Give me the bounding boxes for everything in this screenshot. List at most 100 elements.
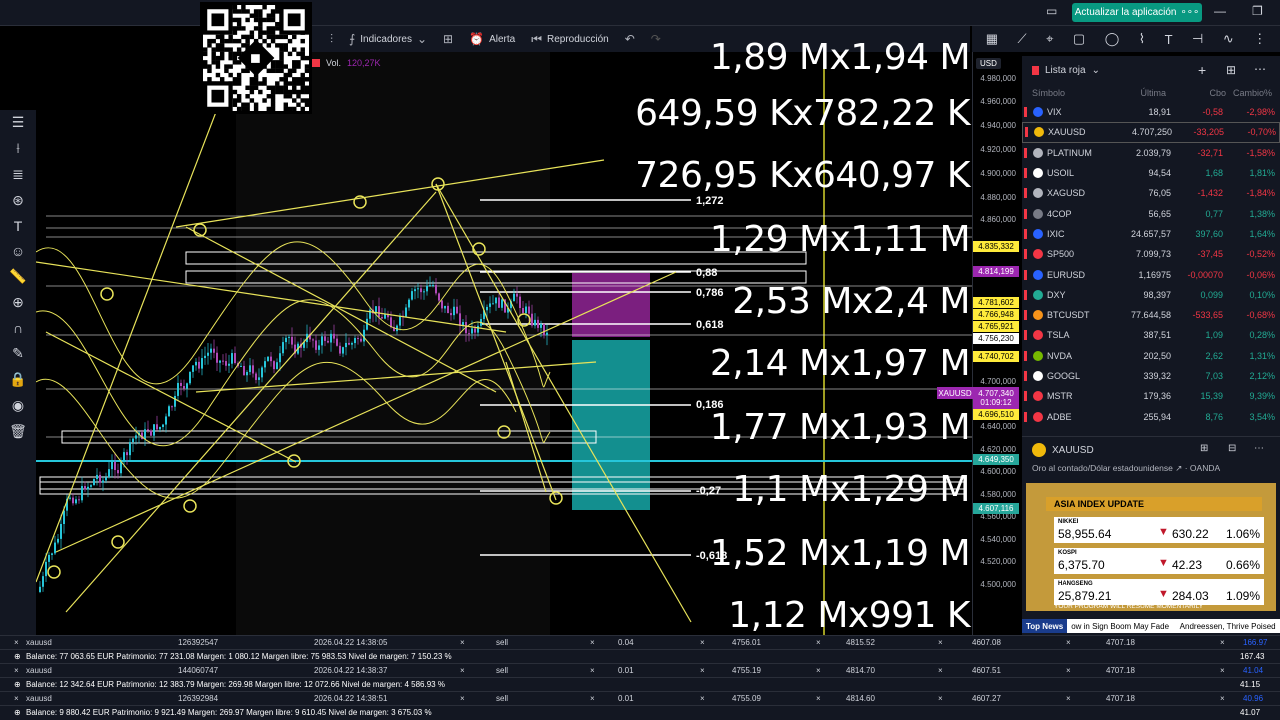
chevron-down-icon[interactable]: ⌄	[1092, 65, 1100, 76]
balance-row[interactable]: ⊕ Balance: 9 880.42 EUR Patrimonio: 9 921…	[0, 706, 1280, 720]
chart-type-button[interactable]: ⫶	[330, 32, 333, 47]
close-icon[interactable]: ×	[816, 666, 821, 675]
close-icon[interactable]: ×	[816, 694, 821, 703]
text-tool-icon[interactable]: T	[8, 218, 28, 234]
undo-button[interactable]: ↶	[625, 32, 635, 46]
currency-label[interactable]: USD	[976, 58, 1001, 69]
col-symbol[interactable]: Símbolo	[1022, 88, 1112, 98]
close-icon[interactable]: ×	[700, 666, 705, 675]
close-icon[interactable]: ×	[14, 694, 19, 703]
alert-button[interactable]: ⏰ Alerta	[469, 32, 515, 46]
flag-icon[interactable]	[1024, 188, 1027, 199]
close-icon[interactable]: ×	[938, 694, 943, 703]
pattern-tool-icon[interactable]: ⊛	[8, 192, 28, 209]
close-icon[interactable]: ×	[1220, 638, 1225, 647]
flag-icon[interactable]	[1024, 289, 1027, 300]
flag-icon[interactable]	[1024, 107, 1027, 118]
wave-icon[interactable]: ∿	[1223, 31, 1234, 47]
close-icon[interactable]: ×	[1066, 638, 1071, 647]
detail-symbol[interactable]: XAUUSD	[1052, 445, 1094, 456]
watchlist-row[interactable]: VIX 18,91 -0,58 -2,98%	[1022, 102, 1280, 122]
watchlist-row[interactable]: 4COP 56,65 0,77 1,38%	[1022, 203, 1280, 223]
flag-icon[interactable]	[1024, 350, 1027, 361]
flag-icon[interactable]	[1024, 228, 1027, 239]
close-icon[interactable]: ×	[590, 666, 595, 675]
magnet-icon[interactable]: ∩	[8, 320, 28, 336]
flag-icon[interactable]	[1025, 127, 1028, 138]
balance-row[interactable]: ⊕ Balance: 12 342.64 EUR Patrimonio: 12 3…	[0, 678, 1280, 693]
flag-icon[interactable]	[1024, 310, 1027, 321]
balance-row[interactable]: ⊕ Balance: 77 063.65 EUR Patrimonio: 77 2…	[0, 650, 1280, 665]
close-icon[interactable]: ×	[460, 666, 465, 675]
path-icon[interactable]: ⌇	[1139, 31, 1145, 47]
watchlist-row[interactable]: PLATINUM 2.039,79 -32,71 -1,58%	[1022, 143, 1280, 163]
expand-icon[interactable]: ⊕	[14, 652, 21, 661]
close-icon[interactable]: ×	[700, 694, 705, 703]
ruler-icon[interactable]: 📏	[8, 268, 28, 285]
flag-icon[interactable]	[1024, 269, 1027, 280]
external-link-icon[interactable]: ↗	[1175, 463, 1182, 473]
watchlist-row[interactable]: BTCUSDT 77.644,58 -533,65 -0,68%	[1022, 305, 1280, 325]
watchlist-row[interactable]: XAGUSD 76,05 -1,432 -1,84%	[1022, 183, 1280, 203]
close-icon[interactable]: ×	[700, 638, 705, 647]
emoji-icon[interactable]: ☺	[8, 243, 28, 259]
price-scale[interactable]: USD 4.980,000 4.960,000 4.940,000 4.920,000…	[937, 52, 1020, 635]
close-icon[interactable]: ×	[460, 694, 465, 703]
restore-icon[interactable]: ❐	[1252, 4, 1263, 18]
watchlist-row[interactable]: IXIC 24.657,57 397,60 1,64%	[1022, 224, 1280, 244]
trash-icon[interactable]: 🗑	[8, 423, 28, 440]
close-icon[interactable]: ×	[14, 638, 19, 647]
flag-icon[interactable]	[1024, 371, 1027, 381]
flag-icon[interactable]	[1024, 249, 1027, 260]
pencil-lock-icon[interactable]: ✎	[8, 345, 28, 362]
close-icon[interactable]: ×	[1066, 666, 1071, 675]
pattern-icon[interactable]: ▦	[986, 31, 998, 47]
indicators-button[interactable]: ⨍ Indicadores ⌄	[349, 32, 427, 46]
close-icon[interactable]: ×	[460, 638, 465, 647]
watchlist-row[interactable]: SP500 7.099,73 -37,45 -0,52%	[1022, 244, 1280, 264]
flag-icon[interactable]	[1024, 208, 1027, 219]
watchlist-row[interactable]: USOIL 94,54 1,68 1,81%	[1022, 163, 1280, 183]
watchlist-row[interactable]: XAUUSD 4.707,250 -33,205 -0,70%	[1022, 122, 1280, 143]
replay-button[interactable]: ⏮ Reproducción	[531, 32, 609, 47]
col-last[interactable]: Última	[1112, 88, 1166, 98]
watchlist-row[interactable]: DXY 98,397 0,099 0,10%	[1022, 285, 1280, 305]
add-symbol-icon[interactable]: +	[1198, 62, 1206, 78]
more-tools-icon[interactable]: ⋮	[1253, 31, 1266, 47]
trade-row[interactable]: × xauusd 144060747 2026.04.22 14:38:37 sell 0…	[0, 664, 1280, 679]
close-icon[interactable]: ×	[1066, 694, 1071, 703]
close-icon[interactable]: ×	[816, 638, 821, 647]
flag-icon[interactable]	[1024, 411, 1027, 422]
zoom-icon[interactable]: ⊕	[8, 294, 28, 311]
layout-icon[interactable]: ⊞	[1226, 63, 1236, 77]
col-change-pct[interactable]: Cambio%	[1226, 88, 1272, 98]
trade-row[interactable]: × xauusd 126392984 2026.04.22 14:38:51 sell 0…	[0, 692, 1280, 707]
layout-icon[interactable]: ⊟	[1228, 443, 1236, 454]
brush-icon[interactable]: ⊣	[1192, 31, 1203, 47]
more-icon[interactable]: ⋯	[1254, 62, 1266, 76]
eye-icon[interactable]: ◉	[8, 397, 28, 414]
close-icon[interactable]: ×	[1220, 694, 1225, 703]
grid-icon[interactable]: ⊞	[1200, 443, 1208, 454]
col-change[interactable]: Cbo	[1166, 88, 1226, 98]
minimize-icon[interactable]: —	[1214, 4, 1226, 18]
more-icon[interactable]: ⋯	[1254, 443, 1264, 454]
flag-icon[interactable]	[1024, 168, 1027, 179]
cursor-icon[interactable]: ⌖	[1046, 31, 1053, 47]
rectangle-icon[interactable]: ▢	[1073, 31, 1085, 47]
watchlist-row[interactable]: GOOGL 339,32 7,03 2,12%	[1022, 366, 1280, 386]
watchlist-row[interactable]: NVDA 202,50 2,62 1,31%	[1022, 346, 1280, 366]
close-icon[interactable]: ×	[1220, 666, 1225, 675]
circle-icon[interactable]: ◯	[1105, 31, 1120, 47]
flag-icon[interactable]	[1024, 330, 1027, 341]
text-icon[interactable]: T	[1165, 32, 1173, 47]
close-icon[interactable]: ×	[590, 638, 595, 647]
fib-icon[interactable]: ≣	[8, 166, 28, 183]
expand-icon[interactable]: ⊕	[14, 708, 21, 717]
crosshair-icon[interactable]: ⟊	[8, 140, 28, 157]
watchlist-row[interactable]: TSLA 387,51 1,09 0,28%	[1022, 325, 1280, 345]
chart-pane[interactable]: Vol. 120,27K 1,89 Mx1,94 M 649,59 Kx782,2…	[36, 40, 972, 635]
watchlist-title[interactable]: Lista roja	[1045, 65, 1086, 76]
update-app-button[interactable]: Actualizar la aplicación ∘∘∘	[1072, 3, 1202, 22]
watchlist-row[interactable]: EURUSD 1,16975 -0,00070 -0,06%	[1022, 264, 1280, 284]
